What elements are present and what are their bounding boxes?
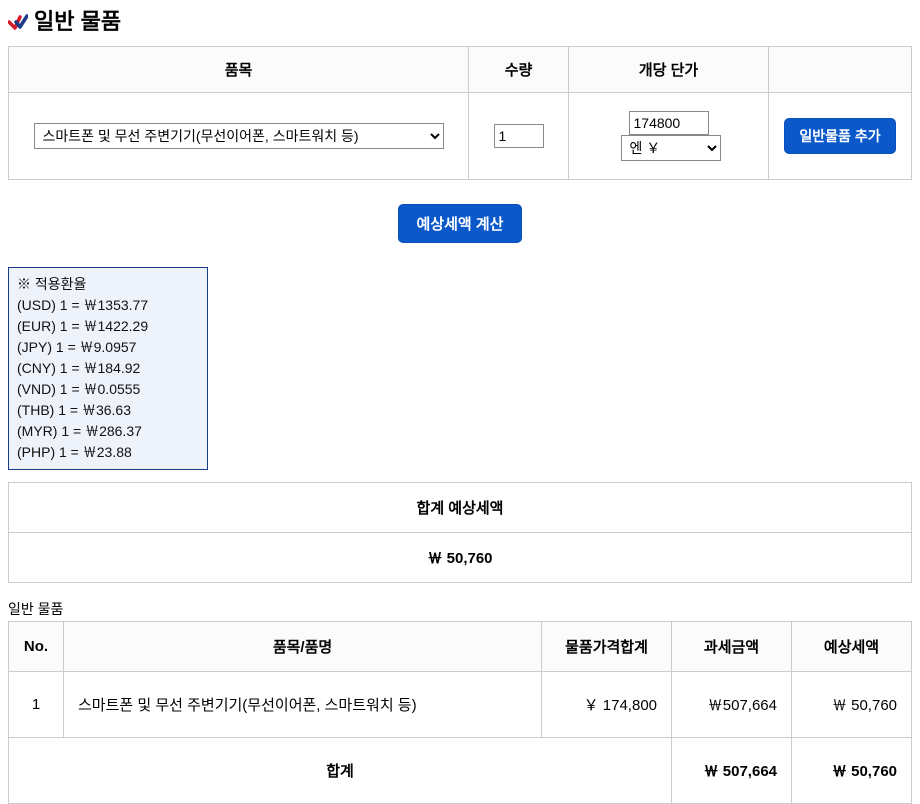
header-unit-price: 개당 단가	[569, 47, 769, 93]
table-row: 1 스마트폰 및 무선 주변기기(무선이어폰, 스마트워치 등) ￥ 174,8…	[9, 672, 912, 738]
rate-line: (CNY) 1 = ￦184.92	[17, 358, 199, 379]
header-qty: 수량	[469, 47, 569, 93]
rate-line: (VND) 1 = ￦0.0555	[17, 379, 199, 400]
col-price-total: 물품가격합계	[542, 622, 672, 672]
result-table: No. 품목/품명 물품가격합계 과세금액 예상세액 1 스마트폰 및 무선 주…	[8, 621, 912, 804]
cell-tax-base: ￦507,664	[672, 672, 792, 738]
input-header-row: 품목 수량 개당 단가	[9, 47, 912, 93]
quantity-input[interactable]	[494, 124, 544, 148]
item-select[interactable]: 스마트폰 및 무선 주변기기(무선이어폰, 스마트워치 등)	[34, 123, 444, 149]
exchange-rate-box: ※ 적용환율 (USD) 1 = ￦1353.77 (EUR) 1 = ￦142…	[8, 267, 208, 470]
rate-line: (PHP) 1 = ￦23.88	[17, 442, 199, 463]
cell-name: 스마트폰 및 무선 주변기기(무선이어폰, 스마트워치 등)	[64, 672, 542, 738]
col-tax-base: 과세금액	[672, 622, 792, 672]
price-input[interactable]	[629, 111, 709, 135]
rate-line: (EUR) 1 = ￦1422.29	[17, 316, 199, 337]
rate-line: (JPY) 1 = ￦9.0957	[17, 337, 199, 358]
summary-table: 합계 예상세액 ￦ 50,760	[8, 482, 912, 583]
calculate-button[interactable]: 예상세액 계산	[398, 204, 523, 243]
rate-line: (MYR) 1 = ￦286.37	[17, 421, 199, 442]
summary-value: ￦ 50,760	[9, 533, 912, 583]
total-label: 합계	[9, 738, 672, 804]
col-no: No.	[9, 622, 64, 672]
rate-title: ※ 적용환율	[17, 274, 199, 295]
rate-line: (USD) 1 = ￦1353.77	[17, 295, 199, 316]
header-action	[769, 47, 912, 93]
cell-price-total: ￥ 174,800	[542, 672, 672, 738]
rate-line: (THB) 1 = ￦36.63	[17, 400, 199, 421]
total-tax-base: ￦ 507,664	[672, 738, 792, 804]
result-header-row: No. 품목/품명 물품가격합계 과세금액 예상세액	[9, 622, 912, 672]
cell-no: 1	[9, 672, 64, 738]
input-row: 스마트폰 및 무선 주변기기(무선이어폰, 스마트워치 등) 엔 ￥ 일반물품 …	[9, 93, 912, 180]
table-total-row: 합계 ￦ 507,664 ￦ 50,760	[9, 738, 912, 804]
col-est-tax: 예상세액	[792, 622, 912, 672]
col-name: 품목/품명	[64, 622, 542, 672]
calc-row: 예상세액 계산	[8, 180, 912, 267]
section-label: 일반 물품	[8, 583, 912, 621]
check-icon	[8, 11, 28, 29]
add-item-button[interactable]: 일반물품 추가	[784, 118, 895, 154]
page-title: 일반 물품	[8, 0, 912, 46]
header-item: 품목	[9, 47, 469, 93]
summary-header: 합계 예상세액	[9, 483, 912, 533]
total-est-tax: ￦ 50,760	[792, 738, 912, 804]
page-title-text: 일반 물품	[34, 4, 121, 36]
input-table: 품목 수량 개당 단가 스마트폰 및 무선 주변기기(무선이어폰, 스마트워치 …	[8, 46, 912, 180]
cell-est-tax: ￦ 50,760	[792, 672, 912, 738]
currency-select[interactable]: 엔 ￥	[621, 135, 721, 161]
